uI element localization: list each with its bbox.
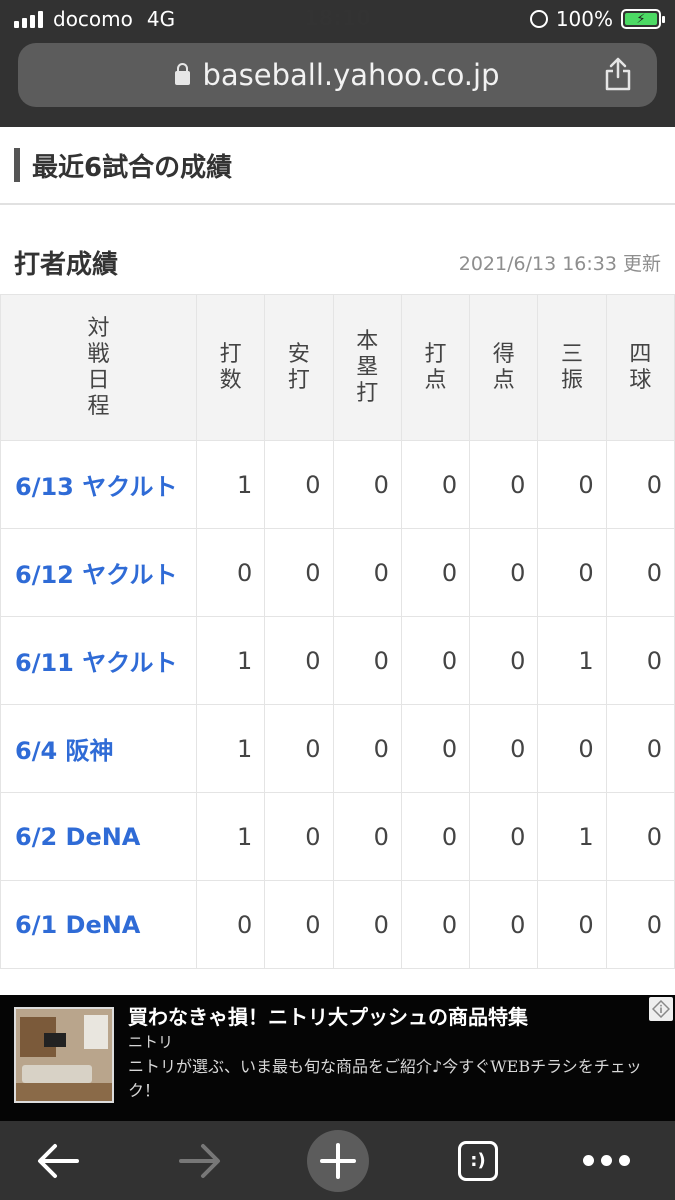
table-row: 6/4 阪神 1 0 0 0 0 0 0: [0, 704, 675, 793]
game-link[interactable]: 6/11 ヤクルト: [0, 616, 197, 705]
stat-cell: 1: [537, 792, 607, 881]
alarm-icon: [529, 10, 548, 28]
stat-cell: 0: [264, 616, 334, 705]
browser-chrome: docomo 4G 100% ⚡ 18:10 baseball.yahoo.co…: [0, 0, 675, 127]
game-link[interactable]: 6/13 ヤクルト: [0, 440, 197, 529]
forward-arrow-icon: [179, 1143, 220, 1178]
stat-cell: 1: [195, 792, 266, 881]
tabs-button[interactable]: :): [456, 1121, 500, 1200]
stat-cell: 0: [605, 616, 675, 705]
stat-cell: 0: [605, 792, 675, 881]
section-header: 最近6試合の成績: [0, 127, 675, 205]
game-link[interactable]: 6/4 阪神: [0, 704, 197, 793]
stat-cell: 0: [537, 440, 607, 529]
game-link[interactable]: 6/12 ヤクルト: [0, 528, 197, 617]
sub-title: 打者成績: [14, 249, 119, 280]
stat-cell: 0: [469, 880, 539, 969]
stat-cell: 0: [469, 440, 539, 529]
stat-cell: 0: [332, 880, 402, 969]
heading-accent-bar: [14, 148, 20, 182]
stat-cell: 0: [332, 792, 402, 881]
stat-cell: 1: [195, 440, 266, 529]
column-header-at-bats: 打数: [195, 294, 266, 441]
stat-cell: 0: [469, 792, 539, 881]
network-label: 4G: [146, 7, 176, 31]
stat-cell: 0: [264, 704, 334, 793]
stat-cell: 0: [469, 616, 539, 705]
lock-icon: [175, 63, 191, 85]
url-text: baseball.yahoo.co.jp: [202, 58, 500, 92]
stat-cell: 0: [332, 528, 402, 617]
stat-cell: 0: [605, 528, 675, 617]
stat-cell: 0: [264, 792, 334, 881]
tabs-icon: :): [458, 1140, 498, 1181]
table-row: 6/2 DeNA 1 0 0 0 0 1 0: [0, 792, 675, 881]
stat-cell: 0: [605, 880, 675, 969]
status-bar: docomo 4G 100% ⚡: [0, 0, 675, 38]
column-header-home-runs: 本塁打: [332, 294, 402, 441]
ad-image[interactable]: [14, 1007, 114, 1103]
stat-cell: 0: [469, 704, 539, 793]
battery-icon: ⚡: [621, 9, 665, 29]
game-link[interactable]: 6/1 DeNA: [0, 880, 197, 969]
browser-toolbar: :): [0, 1121, 675, 1200]
forward-button[interactable]: [172, 1121, 228, 1200]
stat-cell: 0: [400, 880, 471, 969]
column-header-rbi: 打点: [400, 294, 471, 441]
stat-cell: 0: [400, 440, 471, 529]
more-button[interactable]: [578, 1121, 634, 1200]
stat-cell: 0: [264, 440, 334, 529]
stat-cell: 0: [264, 528, 334, 617]
column-header-schedule: 対戦日程: [0, 294, 197, 441]
carrier-label: docomo: [53, 7, 133, 31]
signal-icon: [14, 10, 43, 28]
column-header-runs: 得点: [469, 294, 539, 441]
ad-advertiser: ニトリ: [128, 1033, 174, 1051]
stat-cell: 0: [332, 616, 402, 705]
stat-cell: 0: [605, 704, 675, 793]
stat-cell: 0: [332, 704, 402, 793]
stat-cell: 0: [400, 616, 471, 705]
new-tab-button[interactable]: [306, 1121, 370, 1200]
table-row: 6/11 ヤクルト 1 0 0 0 0 1 0: [0, 616, 675, 705]
stat-cell: 0: [332, 440, 402, 529]
column-header-strikeouts: 三振: [537, 294, 607, 441]
ad-info-icon[interactable]: [649, 997, 673, 1021]
stat-cell: 0: [537, 880, 607, 969]
stat-cell: 0: [605, 440, 675, 529]
section-title: 最近6試合の成績: [32, 152, 233, 183]
stat-cell: 0: [400, 792, 471, 881]
stat-cell: 0: [400, 704, 471, 793]
address-bar[interactable]: baseball.yahoo.co.jp: [18, 43, 657, 107]
stat-cell: 1: [537, 616, 607, 705]
sub-header: 打者成績 2021/6/13 16:33 更新: [0, 232, 675, 292]
batting-stats-table: 対戦日程 打数 安打 本塁打 打点 得点 三振 四球 6/13 ヤクルト 1 0…: [0, 294, 675, 969]
stat-cell: 0: [195, 528, 266, 617]
ad-title[interactable]: 買わなきゃ損！ニトリ大プッシュの商品特集: [128, 1001, 528, 1030]
ad-description[interactable]: ニトリが選ぶ、いま最も旬な商品をご紹介♪今すぐWEBチラシをチェック！: [128, 1055, 658, 1103]
back-arrow-icon: [38, 1143, 79, 1178]
stat-cell: 0: [195, 880, 266, 969]
column-header-walks: 四球: [605, 294, 675, 441]
stat-cell: 1: [195, 616, 266, 705]
plus-icon: [320, 1142, 356, 1179]
more-dots-icon: [582, 1155, 630, 1166]
share-icon[interactable]: [603, 57, 633, 91]
stat-cell: 0: [400, 528, 471, 617]
battery-percent: 100%: [555, 7, 613, 31]
table-header-row: 対戦日程 打数 安打 本塁打 打点 得点 三振 四球: [0, 294, 675, 441]
table-row: 6/12 ヤクルト 0 0 0 0 0 0 0: [0, 528, 675, 617]
ad-banner[interactable]: 買わなきゃ損！ニトリ大プッシュの商品特集 ニトリ ニトリが選ぶ、いま最も旬な商品…: [0, 995, 675, 1121]
stat-cell: 1: [195, 704, 266, 793]
column-header-hits: 安打: [264, 294, 334, 441]
table-row: 6/1 DeNA 0 0 0 0 0 0 0: [0, 880, 675, 969]
stat-cell: 0: [264, 880, 334, 969]
updated-timestamp: 2021/6/13 16:33 更新: [458, 252, 661, 275]
table-row: 6/13 ヤクルト 1 0 0 0 0 0 0: [0, 440, 675, 529]
stat-cell: 0: [469, 528, 539, 617]
game-link[interactable]: 6/2 DeNA: [0, 792, 197, 881]
stat-cell: 0: [537, 528, 607, 617]
back-button[interactable]: [30, 1121, 86, 1200]
stat-cell: 0: [537, 704, 607, 793]
